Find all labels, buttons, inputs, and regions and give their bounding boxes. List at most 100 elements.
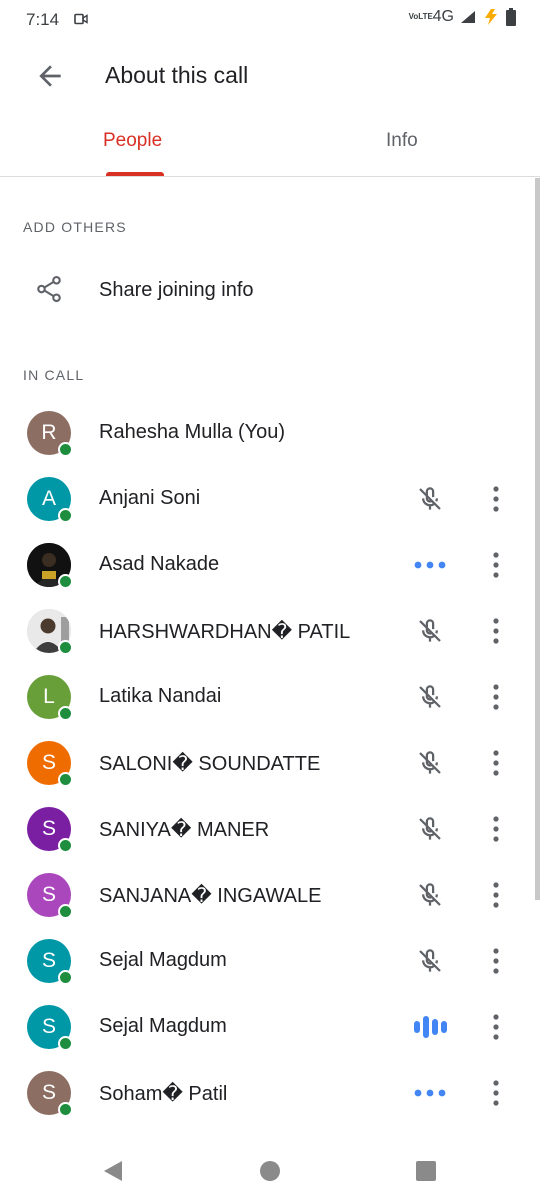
participant-name: Asad Nakade [99,553,220,575]
connecting-dots-icon [414,561,446,569]
tab-people[interactable]: People [103,130,162,152]
more-vert-icon [493,552,499,578]
more-vert-icon [493,948,499,974]
mic-off-icon [419,685,441,708]
online-status-dot [58,1102,73,1117]
participant-name: Sejal Magdum [99,1015,227,1037]
more-vert-icon [493,816,499,842]
online-status-dot [58,706,73,721]
participant-audio-state [413,1013,447,1041]
participant-audio-state [413,551,447,579]
participant-row[interactable]: S SALONI� SOUNDATTE [0,741,530,807]
participant-row[interactable]: HARSHWARDHAN� PATIL [0,609,530,675]
more-options-button[interactable] [484,815,508,843]
connecting-dots-icon [414,1089,446,1097]
more-vert-icon [493,1014,499,1040]
participant-row[interactable]: S Sejal Magdum [0,939,530,1005]
tab-divider [0,176,540,177]
speaking-indicator-icon [414,1016,447,1038]
avatar-initial: R [41,421,57,444]
online-status-dot [58,772,73,787]
online-status-dot [58,904,73,919]
battery-icon [506,8,516,26]
online-status-dot [58,970,73,985]
participant-audio-state [413,617,447,645]
mic-off-icon [419,619,441,642]
avatar-initial: L [43,685,55,708]
participant-row[interactable]: S SANJANA� INGAWALE [0,873,530,939]
scrollbar[interactable] [535,178,540,900]
system-nav-bar [0,1140,540,1200]
more-options-button[interactable] [484,881,508,909]
participant-row[interactable]: Asad Nakade [0,543,530,609]
participant-name: Rahesha Mulla (You) [99,421,286,443]
more-options-button[interactable] [484,1013,508,1041]
online-status-dot [58,1036,73,1051]
nav-home-icon[interactable] [259,1160,281,1182]
avatar-initial: S [41,949,56,972]
participant-row[interactable]: S SANIYA� MANER [0,807,530,873]
online-status-dot [58,574,73,589]
participant-audio-state [413,815,447,843]
status-time: 7:14 [26,10,60,29]
section-heading-in-call: IN CALL [23,367,85,383]
more-options-button[interactable] [484,947,508,975]
more-options-button[interactable] [484,617,508,645]
participant-name: Sejal Magdum [99,949,227,971]
avatar-initial: S [41,817,56,840]
more-vert-icon [493,882,499,908]
mic-off-icon [419,751,441,774]
avatar-initial: A [41,487,56,510]
online-status-dot [58,838,73,853]
participant-audio-state [413,1079,447,1107]
nav-recents-icon[interactable] [415,1160,437,1182]
participant-row[interactable]: L Latika Nandai [0,675,530,741]
participant-name: SANIYA� MANER [99,819,270,841]
participant-audio-state [413,485,447,513]
participant-audio-state [413,683,447,711]
video-call-icon [74,13,88,25]
mic-off-icon [419,487,441,510]
more-vert-icon [493,486,499,512]
share-joining-info-label: Share joining info [99,279,254,301]
back-button[interactable] [34,60,66,92]
page-title: About this call [105,62,249,88]
tab-info[interactable]: Info [386,130,418,152]
arrow-back-icon [39,65,61,87]
nav-back-icon[interactable] [103,1160,123,1182]
participant-name: HARSHWARDHAN� PATIL [99,621,351,643]
participant-name: Soham� Patil [99,1083,228,1105]
avatar-initial: S [41,883,56,906]
participant-row[interactable]: S Sejal Magdum [0,1005,530,1071]
online-status-dot [58,442,73,457]
share-joining-info-row[interactable]: Share joining info [0,258,530,324]
participant-name: SANJANA� INGAWALE [99,885,322,907]
section-heading-add-others: ADD OTHERS [23,219,127,235]
mic-off-icon [419,817,441,840]
avatar-initial: S [41,1081,56,1104]
participant-name: Latika Nandai [99,685,222,707]
online-status-dot [58,508,73,523]
share-icon [37,275,61,303]
participant-audio-state [413,947,447,975]
participant-row[interactable]: S Soham� Patil [0,1071,530,1137]
more-options-button[interactable] [484,749,508,777]
mic-off-icon [419,883,441,906]
volte-label: VoLTE [408,12,433,21]
status-bar: 7:14 VoLTE 4G [0,0,540,40]
participant-audio-state [413,749,447,777]
online-status-dot [58,640,73,655]
more-options-button[interactable] [484,1079,508,1107]
signal-icon [461,11,475,23]
charging-bolt-icon [485,9,497,25]
avatar-initial: S [41,751,56,774]
more-options-button[interactable] [484,683,508,711]
more-options-button[interactable] [484,485,508,513]
more-vert-icon [493,750,499,776]
participant-name: Anjani Soni [99,487,201,509]
participant-row[interactable]: A Anjani Soni [0,477,530,543]
participant-row[interactable]: R Rahesha Mulla (You) [0,411,530,477]
mic-off-icon [419,949,441,972]
more-vert-icon [493,684,499,710]
more-options-button[interactable] [484,551,508,579]
